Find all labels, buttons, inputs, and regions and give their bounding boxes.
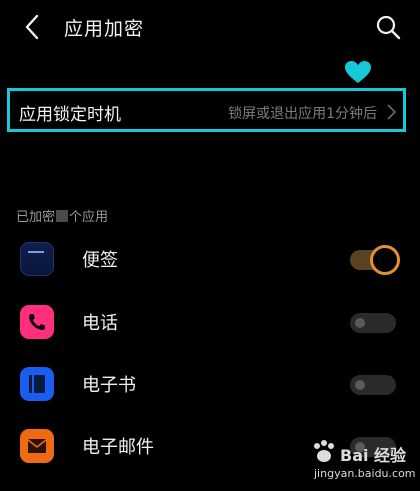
notes-icon [20, 242, 54, 276]
chevron-right-icon [387, 104, 397, 120]
heart-icon [345, 61, 371, 83]
back-arrow-icon [25, 14, 39, 40]
baidu-jingyan-watermark: Bai 经验 jingyan.baidu.com [304, 436, 416, 488]
app-name: 电子书 [82, 375, 136, 396]
phone-lock-toggle[interactable] [350, 313, 396, 333]
notes-lock-toggle[interactable] [350, 245, 400, 275]
back-button[interactable] [18, 12, 46, 42]
ebook-lock-toggle[interactable] [350, 375, 396, 395]
section-label-prefix: 已加密 [16, 210, 56, 225]
watermark-url: jingyan.baidu.com [314, 467, 416, 480]
app-row-phone: 电话 [0, 293, 420, 353]
app-name: 电子邮件 [82, 437, 154, 458]
app-row-notes: 便签 [0, 230, 420, 290]
lock-timing-label: 应用锁定时机 [19, 105, 121, 125]
paw-logo-icon [314, 440, 334, 462]
app-row-ebook: 电子书 [0, 355, 420, 415]
header-bar: 应用加密 [0, 0, 420, 56]
ebook-icon [20, 367, 54, 401]
search-icon [376, 15, 401, 40]
redacted-count [56, 210, 69, 222]
watermark-name: Bai 经验 [340, 446, 407, 465]
lock-timing-setting[interactable]: 应用锁定时机 锁屏或退出应用1分钟后 [7, 88, 406, 132]
search-button[interactable] [374, 13, 402, 41]
app-name: 电话 [82, 313, 118, 334]
mail-icon [20, 429, 54, 463]
phone-icon [20, 305, 54, 339]
page-title: 应用加密 [64, 18, 145, 40]
section-label-suffix: 个应用 [69, 210, 109, 225]
app-name: 便签 [82, 250, 118, 271]
lock-timing-value: 锁屏或退出应用1分钟后 [228, 106, 377, 122]
encrypted-apps-section-label: 已加密 个应用 [16, 206, 108, 225]
